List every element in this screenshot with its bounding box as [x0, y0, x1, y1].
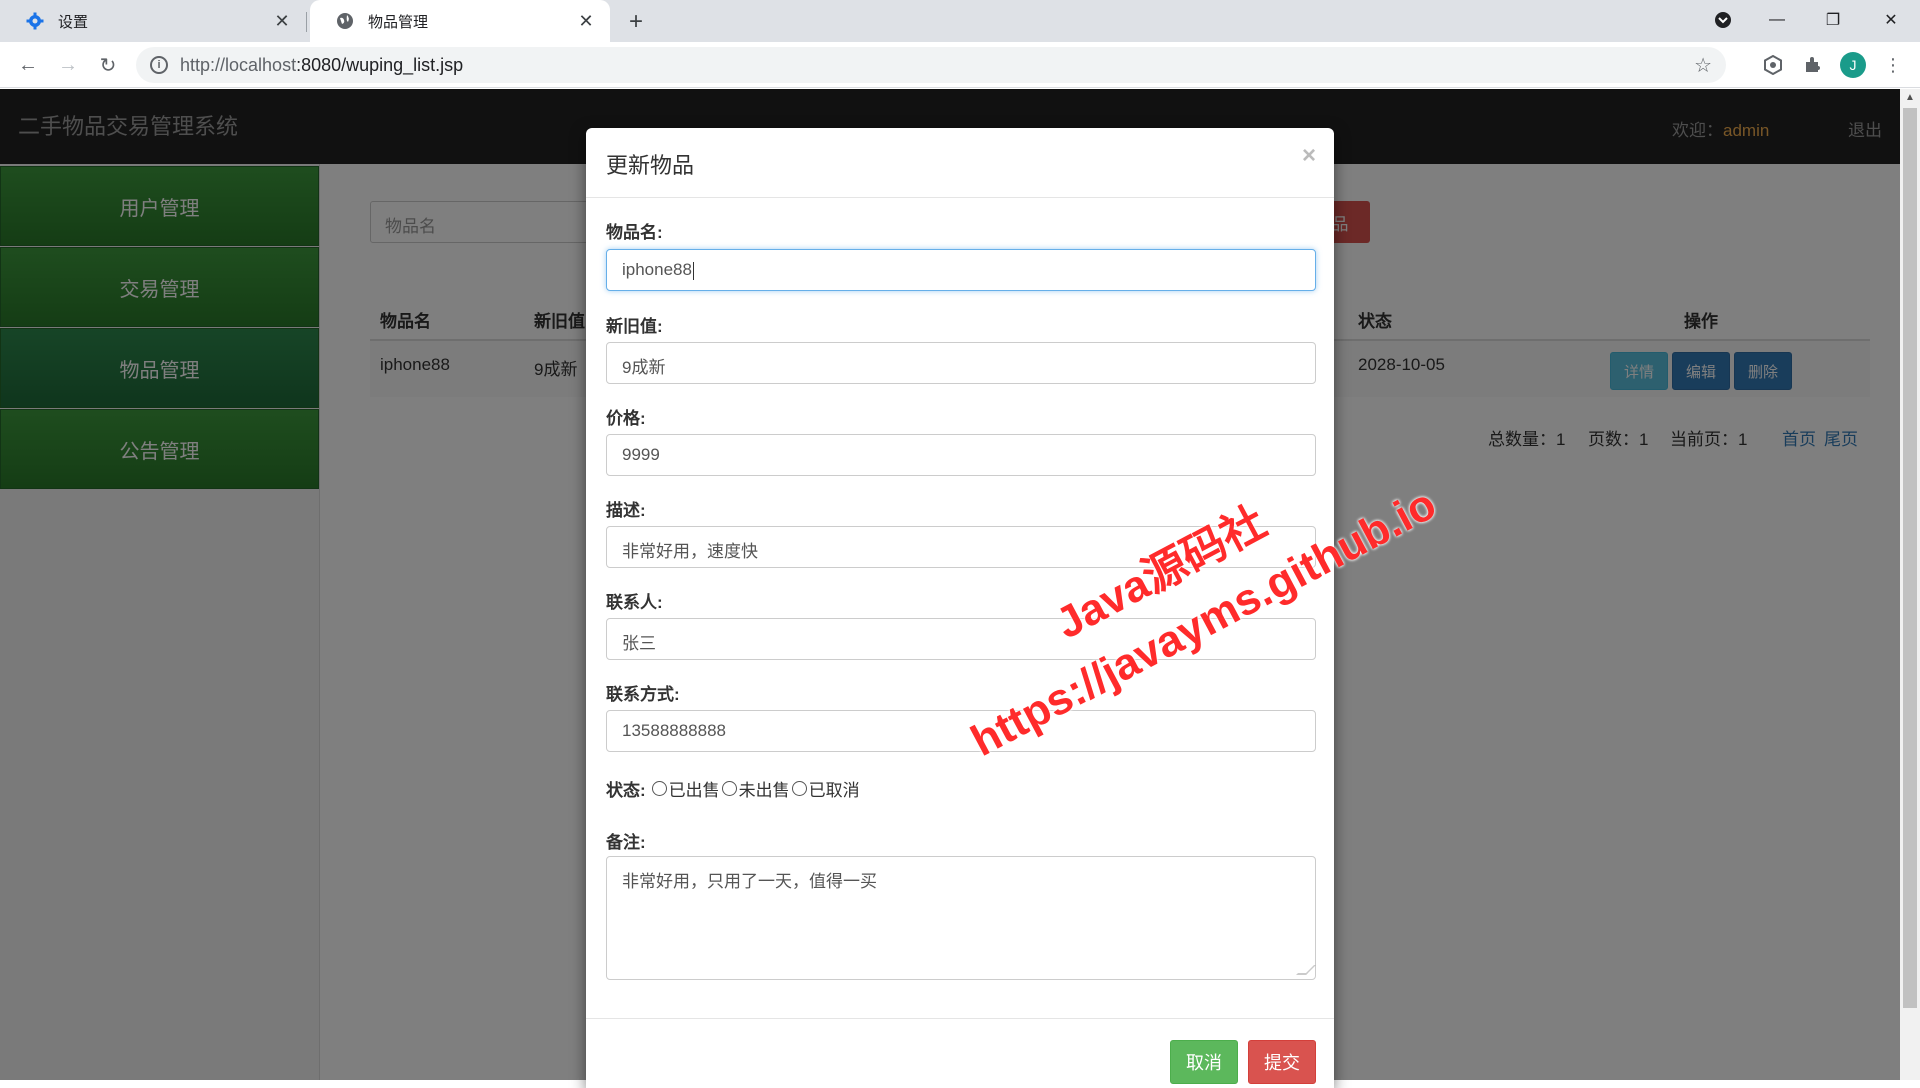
close-icon[interactable]: ✕ — [270, 9, 294, 33]
tab-search-icon[interactable] — [1700, 0, 1746, 40]
gear-icon — [26, 12, 44, 30]
radio-label-unsold: 未出售 — [738, 781, 790, 800]
radio-unsold[interactable] — [721, 781, 737, 796]
browser-tab-settings[interactable]: 设置 ✕ — [0, 0, 306, 42]
remark-textarea[interactable]: 非常好用，只用了一天，值得一买 — [606, 856, 1316, 980]
browser-tab-item-management[interactable]: 物品管理 ✕ — [310, 0, 610, 42]
restore-icon[interactable]: ❐ — [1810, 0, 1856, 40]
label-remark: 备注: — [606, 833, 646, 852]
label-condition: 新旧值: — [606, 317, 663, 336]
label-description: 描述: — [606, 501, 646, 520]
modal-footer-divider — [586, 1018, 1334, 1019]
price-input[interactable]: 9999 — [606, 434, 1316, 476]
modal-title: 更新物品 — [606, 153, 695, 178]
modal-header: 更新物品 × — [586, 128, 1334, 198]
back-arrow-icon[interactable]: ← — [14, 51, 42, 79]
radio-sold[interactable] — [651, 781, 667, 796]
url-text: http://localhost:8080/wuping_list.jsp — [180, 54, 464, 75]
puzzle-extensions-icon[interactable] — [1800, 52, 1826, 78]
scroll-up-arrow-icon[interactable]: ▲ — [1905, 92, 1915, 103]
window-close-icon[interactable]: ✕ — [1868, 0, 1914, 40]
minimize-icon[interactable]: — — [1754, 0, 1800, 40]
label-phone: 联系方式: — [606, 685, 680, 704]
status-radio-group: 状态: 已出售 未出售 已取消 — [606, 776, 860, 801]
radio-cancelled[interactable] — [791, 781, 807, 796]
new-tab-icon[interactable]: + — [622, 8, 650, 36]
close-icon[interactable]: ✕ — [574, 9, 598, 33]
address-bar[interactable]: i http://localhost:8080/wuping_list.jsp … — [136, 47, 1726, 83]
tab-title: 物品管理 — [368, 13, 429, 31]
extension-hexagon-icon[interactable] — [1760, 52, 1786, 78]
label-price: 价格: — [606, 409, 646, 428]
item-name-input[interactable]: iphone88 — [606, 249, 1316, 291]
cancel-button[interactable]: 取消 — [1170, 1040, 1238, 1084]
info-icon[interactable]: i — [150, 56, 168, 74]
globe-icon — [336, 12, 354, 30]
tab-title: 设置 — [58, 13, 89, 31]
label-item-name: 物品名: — [606, 223, 663, 242]
label-contact: 联系人: — [606, 593, 663, 612]
bookmark-star-icon[interactable]: ☆ — [1694, 53, 1712, 78]
radio-label-sold: 已出售 — [668, 781, 720, 800]
profile-avatar[interactable]: J — [1840, 52, 1866, 78]
condition-input[interactable]: 9成新 — [606, 342, 1316, 384]
label-status: 状态: — [606, 781, 646, 800]
tab-separator — [306, 12, 307, 32]
browser-tabstrip: 设置 ✕ 物品管理 ✕ + — ❐ ✕ — [0, 0, 1920, 42]
resize-handle-icon[interactable] — [1296, 965, 1316, 975]
browser-toolbar: ← → ↻ i http://localhost:8080/wuping_lis… — [0, 42, 1920, 88]
submit-button[interactable]: 提交 — [1248, 1040, 1316, 1084]
close-icon[interactable]: × — [1302, 142, 1316, 170]
text-caret — [692, 261, 694, 280]
forward-arrow-icon[interactable]: → — [54, 51, 82, 79]
reload-icon[interactable]: ↻ — [94, 51, 122, 79]
scrollbar-thumb[interactable] — [1903, 108, 1917, 1008]
radio-label-cancelled: 已取消 — [808, 781, 860, 800]
kebab-menu-icon[interactable]: ⋮ — [1880, 52, 1906, 78]
